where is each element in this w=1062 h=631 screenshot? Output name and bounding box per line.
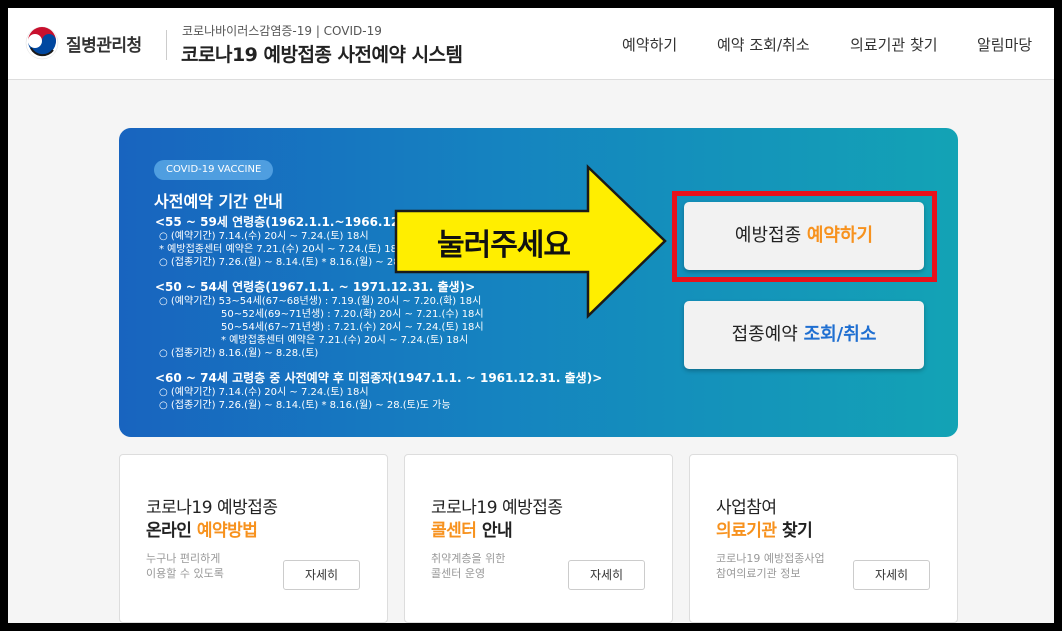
group-heading: <60 ~ 74세 고령층 중 사전예약 후 미접종자(1947.1.1. ~ … [155,371,603,385]
nav-reserve[interactable]: 예약하기 [622,34,677,55]
card-title-pre: 온라인 [146,521,197,541]
reservation-inquiry-button[interactable]: 접종예약 조회/취소 [684,301,924,369]
card-title-line1: 사업참여 [716,498,777,518]
card-desc-line: 참여의료기관 정보 [716,567,801,580]
covid-vaccine-pill: COVID-19 VACCINE [154,160,274,180]
header-divider [166,30,167,60]
site-header: 질병관리청 코로나바이러스감염증-19 | COVID-19 코로나19 예방접… [8,8,1054,80]
card-description: 코로나19 예방접종사업참여의료기관 정보 [716,551,825,581]
banner-title: 사전예약 기간 안내 [154,192,283,211]
card-desc-line: 콜센터 운영 [431,567,486,580]
schedule-line: ○ (접종기간) 8.16.(월) ~ 8.28.(토) [159,348,319,359]
card-detail-button[interactable]: 자세히 [853,560,930,590]
nav-inquiry-cancel[interactable]: 예약 조회/취소 [717,34,810,55]
card-title-line1: 코로나19 예방접종 [146,498,278,518]
card-title-post: 안내 [476,521,513,541]
card-detail-button[interactable]: 자세히 [283,560,360,590]
card-desc-line: 코로나19 예방접종사업 [716,552,825,565]
card-online-reservation: 코로나19 예방접종 온라인 예약방법 누구나 편리하게이용할 수 있도록 자세… [119,454,388,623]
card-description: 누구나 편리하게이용할 수 있도록 [146,551,224,581]
browser-viewport: 질병관리청 코로나바이러스감염증-19 | COVID-19 코로나19 예방접… [8,8,1054,623]
schedule-line: ○ (접종기간) 7.26.(월) ~ 8.14.(토) * 8.16.(월) … [159,400,451,411]
reserve-button-label: 예방접종 [734,225,807,246]
kdca-logo-icon[interactable] [25,26,59,60]
press-here-label: 눌러주세요 [437,228,571,263]
card-call-center: 코로나19 예방접종 콜센터 안내 취약계층을 위한콜센터 운영 자세히 [404,454,673,623]
system-subtitle: 코로나바이러스감염증-19 | COVID-19 [182,24,382,38]
nav-notice-board[interactable]: 알림마당 [977,34,1032,55]
inquiry-button-highlight: 조회/취소 [803,324,877,345]
schedule-line: ○ (예약기간) 7.14.(수) 20시 ~ 7.24.(토) 18시 [159,387,369,398]
nav-find-clinic[interactable]: 의료기관 찾기 [850,34,938,55]
schedule-line: * 예방접종센터 예약은 7.21.(수) 20시 ~ 7.24.(토) 18시 [221,335,469,346]
system-title[interactable]: 코로나19 예방접종 사전예약 시스템 [181,40,463,67]
card-title-line2: 의료기관 찾기 [716,516,813,541]
card-find-clinic: 사업참여 의료기관 찾기 코로나19 예방접종사업참여의료기관 정보 자세히 [689,454,958,623]
reserve-button-highlight: 예약하기 [806,225,874,246]
card-description: 취약계층을 위한콜센터 운영 [431,551,505,581]
card-title-line1: 코로나19 예방접종 [431,498,563,518]
card-title-highlight: 의료기관 [716,521,777,541]
inquiry-button-label: 접종예약 [731,324,804,345]
card-desc-line: 이용할 수 있도록 [146,567,224,580]
kdca-logo-text[interactable]: 질병관리청 [66,31,142,56]
card-title-highlight: 콜센터 [431,521,477,541]
card-title-highlight: 예약방법 [196,521,258,541]
card-desc-line: 취약계층을 위한 [431,552,506,565]
schedule-line: 50~54세(67~71년생) : 7.21.(수) 20시 ~ 7.24.(토… [221,322,484,333]
vaccine-reserve-button[interactable]: 예방접종 예약하기 [684,202,924,270]
card-desc-line: 누구나 편리하게 [146,552,221,565]
card-detail-button[interactable]: 자세히 [568,560,645,590]
reservation-banner: COVID-19 VACCINE 사전예약 기간 안내 <55 ~ 59세 연령… [119,128,958,437]
card-title-line2: 콜센터 안내 [431,516,513,541]
card-title-post: 찾기 [776,521,813,541]
card-title-line2: 온라인 예약방법 [146,516,258,541]
